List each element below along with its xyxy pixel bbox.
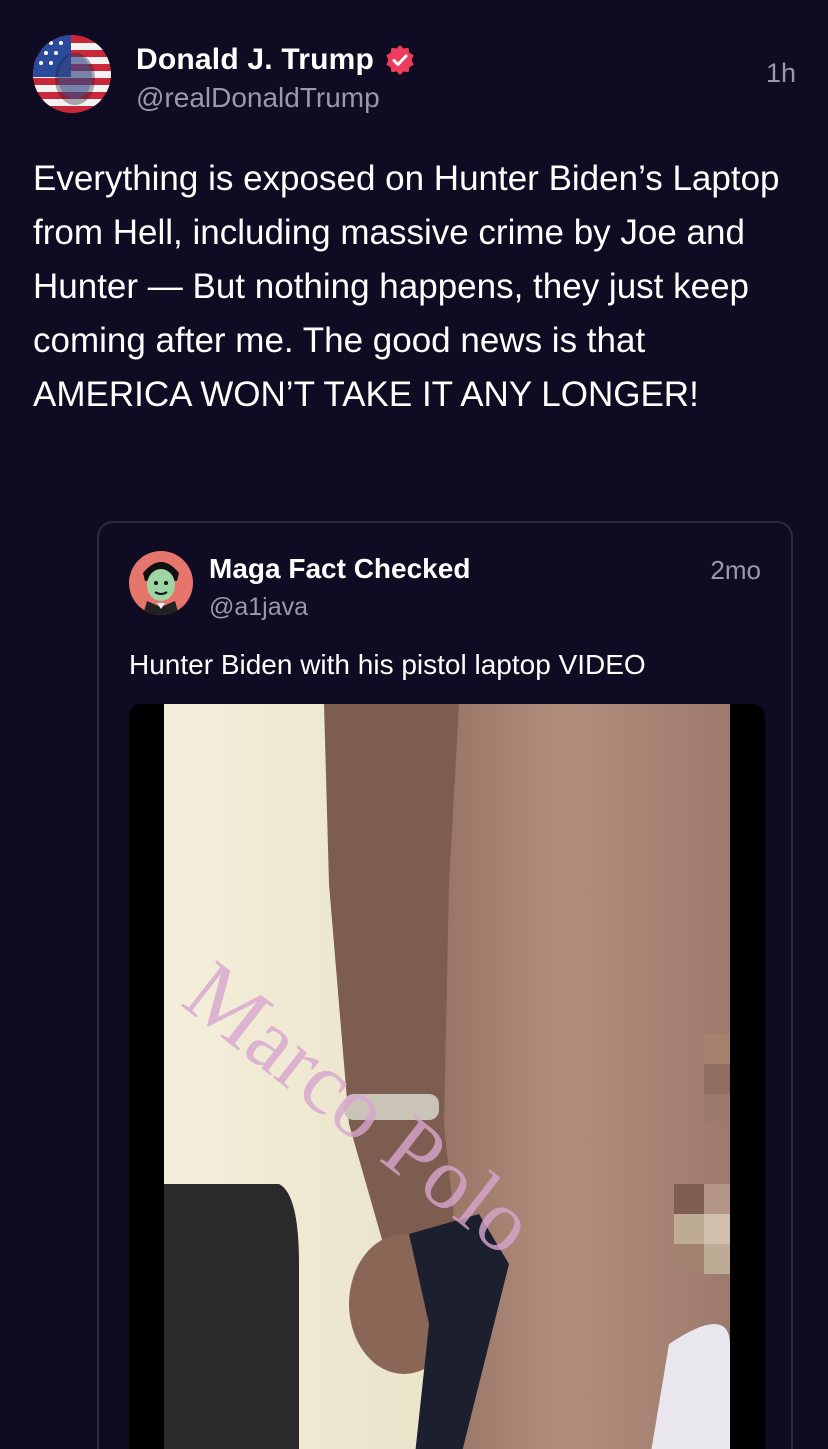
quoted-author-handle[interactable]: @a1java	[209, 593, 308, 622]
author-handle[interactable]: @realDonaldTrump	[136, 82, 380, 114]
post-text: Everything is exposed on Hunter Biden’s …	[33, 159, 790, 414]
post[interactable]: Donald J. Trump @realDonaldTrump 1h Ever…	[0, 0, 828, 1449]
author-avatar[interactable]	[33, 35, 111, 113]
verified-check-icon	[384, 44, 416, 76]
quoted-post-card[interactable]: Maga Fact Checked @a1java 2mo Hunter Bid…	[97, 521, 793, 1449]
author-name[interactable]: Donald J. Trump	[136, 43, 374, 77]
quoted-post-timestamp[interactable]: 2mo	[710, 555, 761, 586]
quoted-author-name[interactable]: Maga Fact Checked	[209, 553, 470, 585]
quoted-post-text: Hunter Biden with his pistol laptop VIDE…	[129, 649, 646, 680]
quoted-author-avatar[interactable]	[129, 551, 193, 615]
post-timestamp[interactable]: 1h	[766, 58, 796, 89]
video-thumbnail[interactable]: Marco Polo	[129, 704, 765, 1449]
